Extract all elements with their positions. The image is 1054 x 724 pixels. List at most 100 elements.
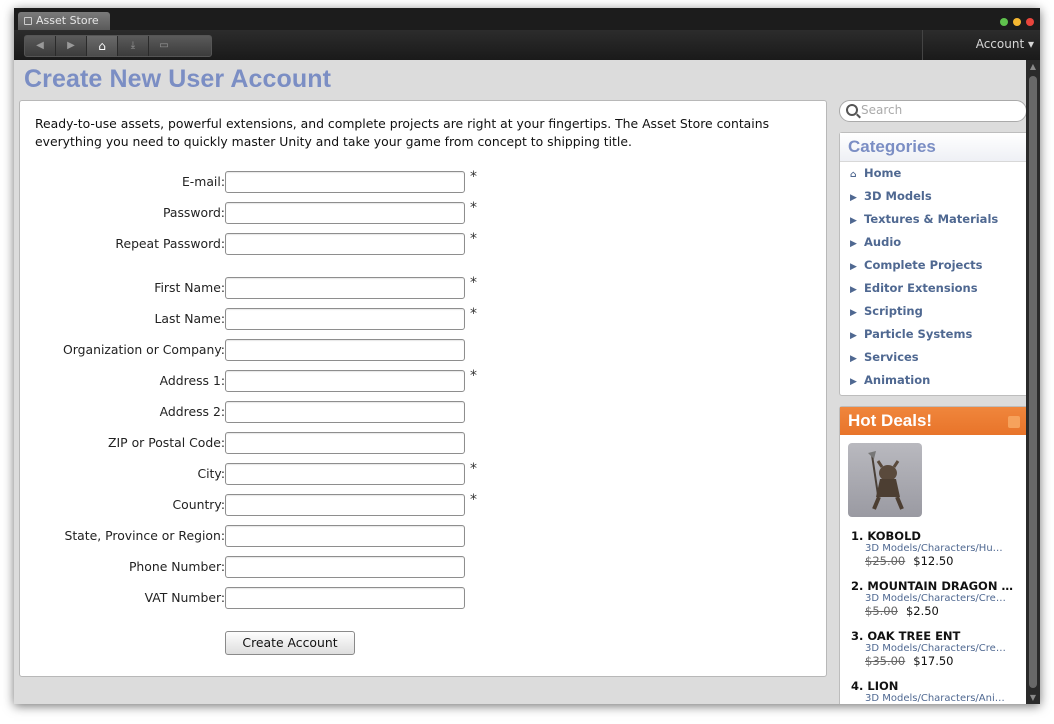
category-3d-models[interactable]: ▶ 3D Models (850, 189, 932, 203)
triangle-right-icon: ▶ (850, 331, 857, 341)
city-label: City: (197, 466, 225, 481)
organization-label: Organization or Company: (63, 342, 225, 357)
form-row-phone: Phone Number: (20, 556, 500, 578)
deal-price: $25.00 $12.50 (865, 554, 1019, 568)
search-input[interactable]: Search (839, 100, 1026, 122)
country-label: Country: (172, 497, 226, 512)
back-button[interactable]: ◀ (25, 36, 56, 56)
phone-label: Phone Number: (128, 559, 225, 574)
download-button[interactable]: ⤓ (118, 36, 149, 56)
nav-button-group: ◀ ▶ ⌂ ⤓ ▭ (24, 35, 212, 57)
organization-field[interactable] (225, 339, 465, 361)
deal-item[interactable]: 2. MOUNTAIN DRAGON … 3D Models/Character… (851, 579, 1019, 618)
category-scripting[interactable]: ▶ Scripting (850, 304, 923, 318)
state-label: State, Province or Region: (64, 528, 225, 543)
repeat-password-field[interactable] (225, 233, 465, 255)
category-editor-extensions[interactable]: ▶ Editor Extensions (850, 281, 978, 295)
new-price: $12.50 (913, 554, 954, 568)
email-field[interactable] (225, 171, 465, 193)
close-dot-icon[interactable] (1026, 18, 1034, 26)
country-field[interactable] (225, 494, 465, 516)
new-price: $2.50 (905, 604, 939, 618)
state-field[interactable] (225, 525, 465, 547)
zoom-dot-icon[interactable] (1000, 18, 1008, 26)
category-label: Complete Projects (864, 258, 983, 272)
forward-button[interactable]: ▶ (56, 36, 87, 56)
required-marker: * (470, 368, 477, 384)
required-marker: * (470, 200, 477, 216)
address-2-field[interactable] (225, 401, 465, 423)
required-marker: * (470, 275, 477, 291)
home-icon: ⌂ (98, 39, 106, 53)
zip-field[interactable] (225, 432, 465, 454)
search-icon (846, 104, 858, 116)
address-1-label: Address 1: (159, 373, 225, 388)
old-price: $5.00 (865, 604, 898, 618)
main-content: Create New User Account Ready-to-use ass… (14, 60, 1026, 704)
required-marker: * (470, 169, 477, 185)
home-button[interactable]: ⌂ (87, 36, 118, 56)
last-name-label: Last Name: (154, 311, 225, 326)
category-animation[interactable]: ▶ Animation (850, 373, 930, 387)
categories-title: Categories (848, 137, 936, 156)
scroll-down-icon[interactable]: ▼ (1029, 693, 1037, 702)
account-menu[interactable]: Account ▾ (922, 30, 1040, 60)
vertical-scrollbar[interactable]: ▲ ▼ (1026, 60, 1040, 704)
deal-item[interactable]: 4. LION 3D Models/Characters/Anim… (851, 679, 1019, 704)
deal-path: 3D Models/Characters/Creat… (865, 593, 1007, 604)
last-name-field[interactable] (225, 308, 465, 330)
form-row-address-2: Address 2: (20, 401, 500, 423)
category-textures-materials[interactable]: ▶ Textures & Materials (850, 212, 998, 226)
window-controls (995, 11, 1034, 30)
phone-field[interactable] (225, 556, 465, 578)
category-label: Audio (864, 235, 902, 249)
category-label: Animation (864, 373, 931, 387)
required-marker: * (470, 492, 477, 508)
category-label: Services (864, 350, 919, 364)
triangle-right-icon: ▶ (850, 285, 857, 295)
sidebar: Search Categories ⌂ Home ▶ 3D Models ▶ Text… (839, 60, 1026, 704)
scrollbar-thumb[interactable] (1029, 76, 1037, 688)
page-title: Create New User Account (24, 65, 332, 93)
vat-field[interactable] (225, 587, 465, 609)
rss-icon[interactable] (1008, 416, 1020, 428)
address-2-label: Address 2: (159, 404, 225, 419)
category-complete-projects[interactable]: ▶ Complete Projects (850, 258, 983, 272)
deal-item[interactable]: 3. OAK TREE ENT 3D Models/Characters/Cre… (851, 629, 1019, 668)
back-arrow-icon: ◀ (36, 40, 44, 51)
triangle-right-icon: ▶ (850, 377, 857, 387)
category-label: Home (864, 166, 902, 180)
intro-text: Ready-to-use assets, powerful extensions… (35, 116, 770, 149)
scroll-up-icon[interactable]: ▲ (1029, 62, 1037, 71)
category-particle-systems[interactable]: ▶ Particle Systems (850, 327, 972, 341)
create-account-button[interactable]: Create Account (225, 631, 355, 655)
print-icon: ▭ (159, 40, 169, 51)
category-label: Editor Extensions (864, 281, 978, 295)
deal-item[interactable]: 1. KOBOLD 3D Models/Characters/Huma… $25… (851, 529, 1019, 568)
kobold-thumbnail[interactable] (848, 443, 922, 517)
minimize-dot-icon[interactable] (1013, 18, 1021, 26)
first-name-field[interactable] (225, 277, 465, 299)
required-marker: * (470, 306, 477, 322)
title-bar: Asset Store (14, 8, 1040, 30)
city-field[interactable] (225, 463, 465, 485)
email-label: E-mail: (181, 174, 225, 189)
tab-asset-store[interactable]: Asset Store (18, 12, 110, 30)
deal-name: 2. MOUNTAIN DRAGON … (851, 579, 1013, 593)
print-button[interactable]: ▭ (149, 36, 179, 56)
form-row-state: State, Province or Region: (20, 525, 500, 547)
form-row-address-1: Address 1: * (20, 368, 500, 392)
category-label: Textures & Materials (864, 212, 999, 226)
category-services[interactable]: ▶ Services (850, 350, 919, 364)
password-field[interactable] (225, 202, 465, 224)
category-audio[interactable]: ▶ Audio (850, 235, 901, 249)
category-home[interactable]: ⌂ Home (850, 166, 901, 180)
address-1-field[interactable] (225, 370, 465, 392)
deal-path: 3D Models/Characters/Creat… (865, 643, 1007, 654)
deal-price: $35.00 $17.50 (865, 654, 1019, 668)
form-row-repeat-password: Repeat Password: * (20, 231, 500, 255)
deal-path: 3D Models/Characters/Huma… (865, 543, 1007, 554)
vat-label: VAT Number: (144, 590, 225, 605)
form-row-password: Password: * (20, 200, 500, 224)
password-label: Password: (162, 205, 225, 220)
